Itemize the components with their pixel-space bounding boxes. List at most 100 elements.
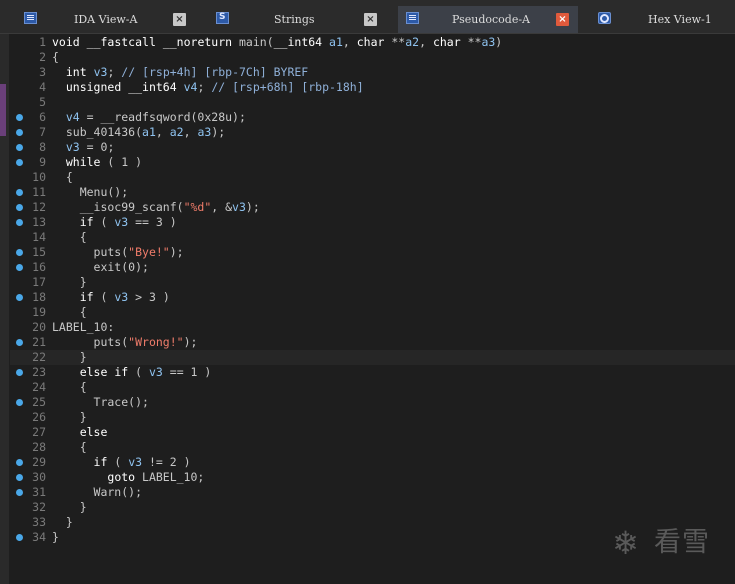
line-number: 4 — [39, 80, 46, 94]
line-number: 13 — [32, 215, 46, 229]
code-line[interactable]: 9 while ( 1 ) — [10, 155, 735, 170]
code-text[interactable]: else if ( v3 == 1 ) — [52, 365, 212, 380]
ida-view-icon — [24, 12, 37, 24]
line-number: 16 — [32, 260, 46, 274]
code-line[interactable]: 7 sub_401436(a1, a2, a3); — [10, 125, 735, 140]
code-line[interactable]: 3 int v3; // [rsp+4h] [rbp-7Ch] BYREF — [10, 65, 735, 80]
code-text[interactable]: void __fastcall __noreturn main(__int64 … — [52, 35, 502, 50]
code-line[interactable]: 15 puts("Bye!"); — [10, 245, 735, 260]
code-text[interactable]: while ( 1 ) — [52, 155, 142, 170]
close-tab-button[interactable]: × — [364, 13, 377, 26]
navigation-strip[interactable] — [0, 34, 9, 584]
position-marker — [0, 84, 6, 136]
tab-strings[interactable]: Strings × — [208, 6, 386, 33]
code-text[interactable]: { — [52, 170, 73, 185]
code-text[interactable]: Trace(); — [52, 395, 149, 410]
code-text[interactable]: goto LABEL_10; — [52, 470, 204, 485]
snowflake-icon: ❄ — [612, 524, 639, 562]
line-number: 15 — [32, 245, 46, 259]
code-line[interactable]: 23 else if ( v3 == 1 ) — [10, 365, 735, 380]
code-line[interactable]: 22 } — [10, 350, 735, 365]
line-number: 26 — [32, 410, 46, 424]
close-tab-button[interactable]: × — [173, 13, 186, 26]
code-line[interactable]: 24 { — [10, 380, 735, 395]
code-line[interactable]: 21 puts("Wrong!"); — [10, 335, 735, 350]
code-text[interactable]: if ( v3 != 2 ) — [52, 455, 191, 470]
code-text[interactable]: __isoc99_scanf("%d", &v3); — [52, 200, 260, 215]
code-line[interactable]: 31 Warn(); — [10, 485, 735, 500]
tab-label: Strings — [274, 13, 315, 26]
tab-hex-view[interactable]: Hex View-1 — [590, 6, 735, 33]
code-line[interactable]: 20 LABEL_10: — [10, 320, 735, 335]
code-text[interactable]: if ( v3 == 3 ) — [52, 215, 177, 230]
code-text[interactable]: } — [52, 500, 87, 515]
code-text[interactable]: } — [52, 530, 59, 545]
code-line[interactable]: 19 { — [10, 305, 735, 320]
line-number: 30 — [32, 470, 46, 484]
line-number: 8 — [39, 140, 46, 154]
tab-pseudocode[interactable]: Pseudocode-A × — [398, 6, 578, 33]
pseudocode-icon — [406, 12, 419, 24]
code-line[interactable]: 4 unsigned __int64 v4; // [rsp+68h] [rbp… — [10, 80, 735, 95]
code-text[interactable]: } — [52, 410, 87, 425]
code-line[interactable]: 32 } — [10, 500, 735, 515]
line-number: 29 — [32, 455, 46, 469]
code-line[interactable]: 1 void __fastcall __noreturn main(__int64… — [10, 35, 735, 50]
code-line[interactable]: 30 goto LABEL_10; — [10, 470, 735, 485]
code-text[interactable]: unsigned __int64 v4; // [rsp+68h] [rbp-1… — [52, 80, 364, 95]
code-line[interactable]: 6 v4 = __readfsqword(0x28u); — [10, 110, 735, 125]
code-text[interactable]: exit(0); — [52, 260, 149, 275]
code-text[interactable]: puts("Wrong!"); — [52, 335, 198, 350]
code-line[interactable]: 13 if ( v3 == 3 ) — [10, 215, 735, 230]
line-number: 27 — [32, 425, 46, 439]
code-line[interactable]: 29 if ( v3 != 2 ) — [10, 455, 735, 470]
code-text[interactable]: { — [52, 230, 87, 245]
code-line[interactable]: 26 } — [10, 410, 735, 425]
line-number: 10 — [32, 170, 46, 184]
code-text[interactable]: v3 = 0; — [52, 140, 115, 155]
line-number: 6 — [39, 110, 46, 124]
code-line[interactable]: 18 if ( v3 > 3 ) — [10, 290, 735, 305]
line-number: 2 — [39, 50, 46, 64]
code-text[interactable]: { — [52, 380, 87, 395]
code-text[interactable]: } — [52, 515, 73, 530]
code-text[interactable]: sub_401436(a1, a2, a3); — [52, 125, 225, 140]
line-number: 20 — [32, 320, 46, 334]
tab-label: Pseudocode-A — [452, 13, 531, 26]
code-text[interactable]: { — [52, 305, 87, 320]
code-line[interactable]: 8 v3 = 0; — [10, 140, 735, 155]
code-line[interactable]: 10 { — [10, 170, 735, 185]
code-text[interactable]: } — [52, 275, 87, 290]
close-tab-button[interactable]: × — [556, 13, 569, 26]
code-line[interactable]: 5 — [10, 95, 735, 110]
code-text[interactable]: Menu(); — [52, 185, 128, 200]
code-line[interactable]: 12 __isoc99_scanf("%d", &v3); — [10, 200, 735, 215]
code-line[interactable]: 2{ — [10, 50, 735, 65]
tab-label: IDA View-A — [74, 13, 138, 26]
code-line[interactable]: 25 Trace(); — [10, 395, 735, 410]
code-line[interactable]: 28 { — [10, 440, 735, 455]
code-line[interactable]: 17 } — [10, 275, 735, 290]
line-number: 24 — [32, 380, 46, 394]
tab-bar: IDA View-A × Strings × Pseudocode-A × He… — [0, 0, 735, 34]
code-text[interactable]: Warn(); — [52, 485, 142, 500]
code-text[interactable]: { — [52, 440, 87, 455]
code-text[interactable]: v4 = __readfsqword(0x28u); — [52, 110, 246, 125]
pseudocode-view[interactable]: 1 void __fastcall __noreturn main(__int64… — [10, 34, 735, 584]
line-number: 28 — [32, 440, 46, 454]
code-text[interactable]: int v3; // [rsp+4h] [rbp-7Ch] BYREF — [52, 65, 308, 80]
code-line[interactable]: 14 { — [10, 230, 735, 245]
code-text[interactable]: if ( v3 > 3 ) — [52, 290, 170, 305]
code-text[interactable]: else — [52, 425, 108, 440]
line-number: 11 — [32, 185, 46, 199]
code-text[interactable]: LABEL_10: — [52, 320, 114, 335]
code-line[interactable]: 16 exit(0); — [10, 260, 735, 275]
code-text[interactable]: { — [52, 50, 59, 65]
code-text[interactable]: } — [52, 350, 87, 365]
line-number: 32 — [32, 500, 46, 514]
tab-label: Hex View-1 — [648, 13, 712, 26]
code-line[interactable]: 27 else — [10, 425, 735, 440]
code-line[interactable]: 11 Menu(); — [10, 185, 735, 200]
code-text[interactable]: puts("Bye!"); — [52, 245, 184, 260]
tab-ida-view[interactable]: IDA View-A × — [18, 6, 194, 33]
